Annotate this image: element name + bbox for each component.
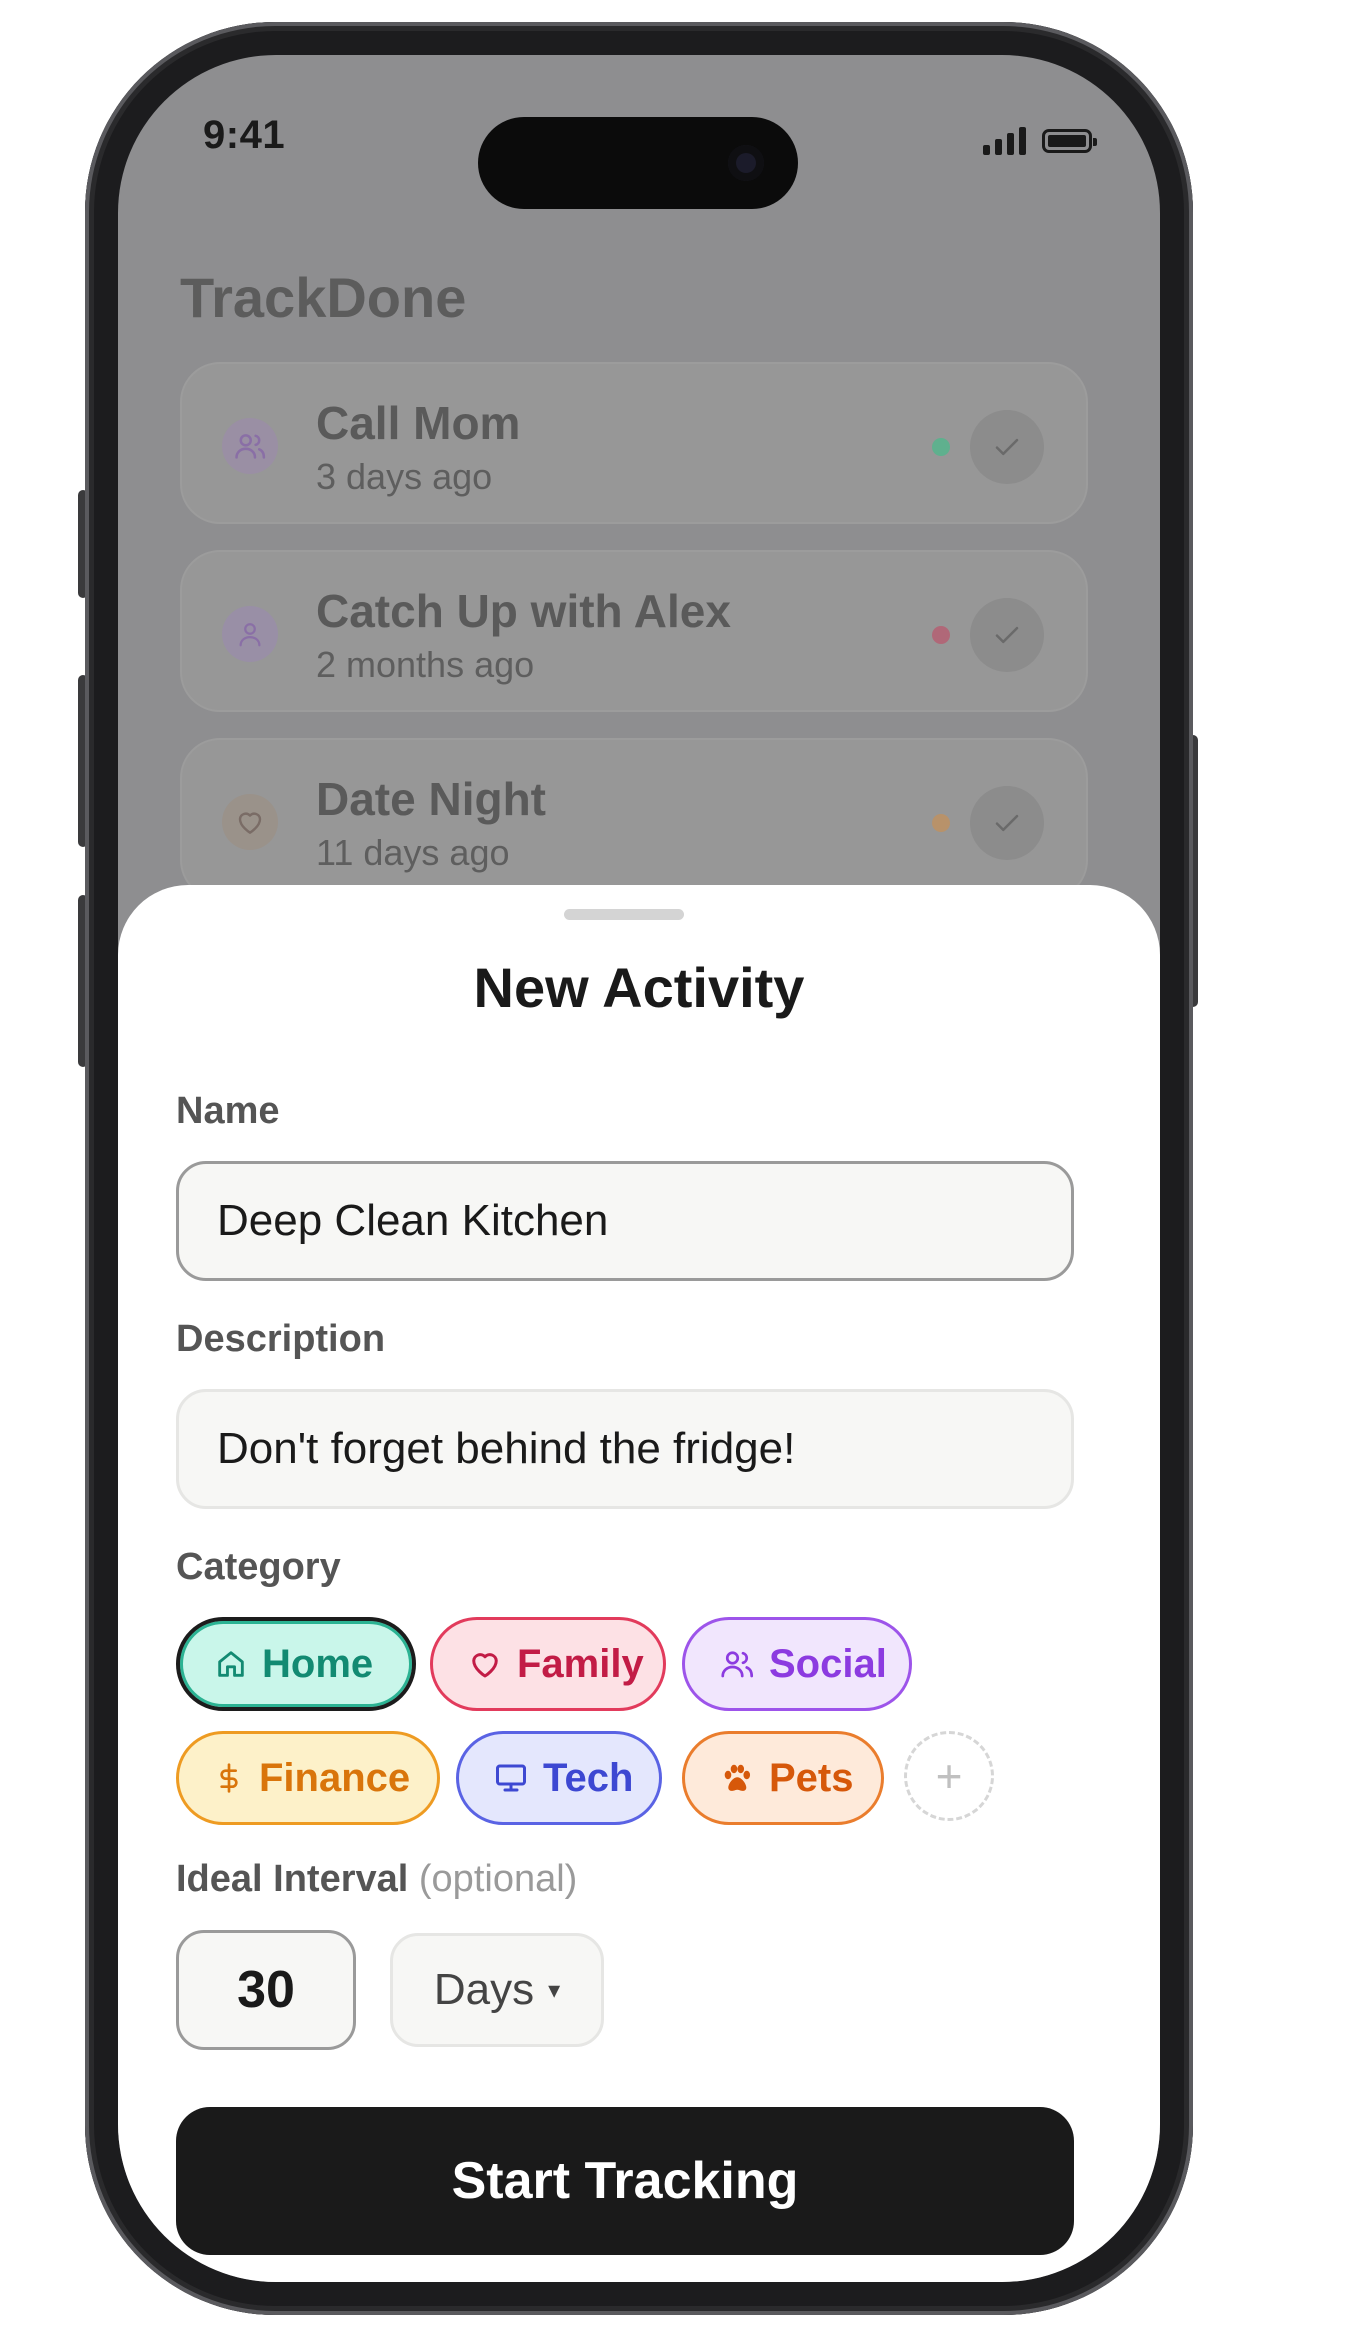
chip-label: Family bbox=[517, 1641, 644, 1686]
activity-card[interactable]: Call Mom 3 days ago bbox=[180, 362, 1088, 524]
dollar-icon bbox=[220, 1763, 238, 1793]
description-field[interactable]: Don't forget behind the fridge! bbox=[176, 1389, 1074, 1509]
category-chip-home[interactable]: Home bbox=[176, 1617, 416, 1711]
check-icon bbox=[995, 626, 1019, 644]
activity-subtitle: 2 months ago bbox=[316, 644, 535, 685]
status-dot bbox=[932, 438, 950, 456]
status-dot bbox=[932, 814, 950, 832]
sheet-title: New Activity bbox=[473, 956, 805, 1019]
status-icons bbox=[983, 127, 1097, 155]
description-value: Don't forget behind the fridge! bbox=[217, 1424, 796, 1473]
name-field[interactable]: Deep Clean Kitchen bbox=[176, 1161, 1074, 1281]
battery-icon bbox=[1042, 129, 1097, 153]
add-category-button[interactable]: + bbox=[904, 1731, 994, 1821]
description-label: Description bbox=[176, 1318, 386, 1360]
status-time: 9:41 bbox=[203, 113, 286, 157]
category-chip-social[interactable]: Social bbox=[682, 1617, 912, 1711]
camera-icon bbox=[728, 145, 764, 181]
sheet-drag-handle[interactable] bbox=[564, 909, 684, 920]
interval-label-text: Ideal Interval bbox=[176, 1858, 409, 1900]
monitor-icon bbox=[496, 1764, 526, 1792]
chip-label: Social bbox=[769, 1641, 887, 1686]
category-chip-pets[interactable]: Pets bbox=[682, 1731, 884, 1825]
category-chip-finance[interactable]: Finance bbox=[176, 1731, 440, 1825]
check-button[interactable] bbox=[970, 786, 1044, 860]
chevron-down-icon: ▾ bbox=[548, 1976, 561, 2004]
activity-card[interactable]: Date Night 11 days ago bbox=[180, 738, 1088, 900]
signal-icon bbox=[983, 127, 1026, 155]
user-icon bbox=[222, 606, 278, 662]
chip-label: Pets bbox=[769, 1755, 854, 1800]
interval-unit-value: Days bbox=[433, 1965, 535, 2014]
check-icon bbox=[995, 438, 1019, 456]
dynamic-island bbox=[478, 117, 798, 209]
interval-optional-text: (optional) bbox=[418, 1858, 578, 1900]
status-dot bbox=[932, 626, 950, 644]
start-tracking-button[interactable]: Start Tracking bbox=[176, 2107, 1074, 2255]
activity-title: Date Night bbox=[316, 773, 546, 825]
paw-icon bbox=[724, 1764, 751, 1791]
chip-label: Tech bbox=[543, 1755, 634, 1800]
activity-subtitle: 11 days ago bbox=[316, 832, 510, 873]
chip-label: Finance bbox=[259, 1755, 411, 1800]
category-label: Category bbox=[176, 1546, 341, 1588]
screen: 9:41 TrackDone Call Mom 3 days ago Catch… bbox=[118, 55, 1160, 2282]
users-icon bbox=[222, 418, 278, 474]
interval-label: Ideal Interval (optional) bbox=[176, 1858, 577, 1901]
name-label: Name bbox=[176, 1090, 280, 1132]
home-icon bbox=[218, 1651, 244, 1677]
interval-unit-select[interactable]: Days ▾ bbox=[390, 1933, 604, 2047]
users-icon bbox=[721, 1651, 754, 1678]
app-title: TrackDone bbox=[180, 266, 467, 329]
activity-title: Catch Up with Alex bbox=[316, 585, 731, 637]
chip-label: Home bbox=[262, 1641, 374, 1686]
category-chip-family[interactable]: Family bbox=[430, 1617, 666, 1711]
check-button[interactable] bbox=[970, 598, 1044, 672]
check-button[interactable] bbox=[970, 410, 1044, 484]
phone-frame: 9:41 TrackDone Call Mom 3 days ago Catch… bbox=[85, 22, 1193, 2315]
check-icon bbox=[995, 814, 1019, 832]
name-value: Deep Clean Kitchen bbox=[217, 1196, 609, 1245]
category-chip-tech[interactable]: Tech bbox=[456, 1731, 662, 1825]
activity-subtitle: 3 days ago bbox=[316, 456, 493, 497]
activity-card[interactable]: Catch Up with Alex 2 months ago bbox=[180, 550, 1088, 712]
interval-value-input[interactable]: 30 bbox=[176, 1930, 356, 2050]
heart-icon bbox=[472, 1653, 498, 1678]
heart-icon bbox=[222, 794, 278, 850]
activity-title: Call Mom bbox=[316, 397, 521, 449]
